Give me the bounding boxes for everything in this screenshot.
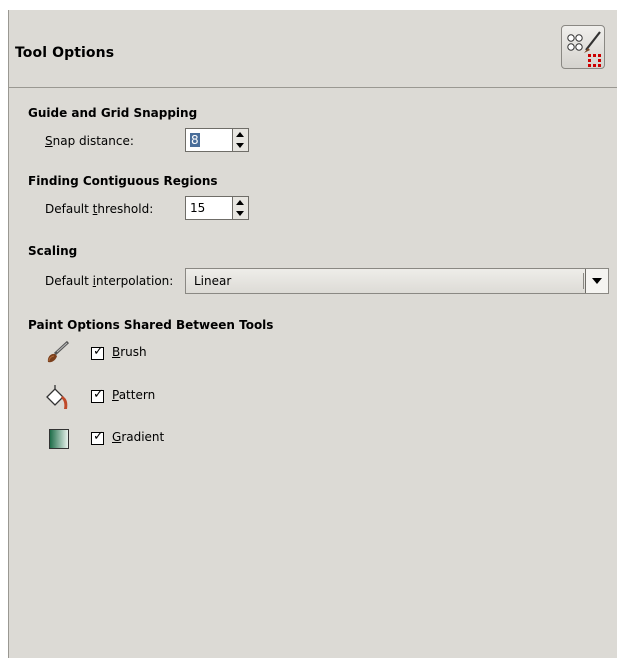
pattern-checkbox[interactable]: ✓ bbox=[91, 387, 104, 403]
interpolation-dropdown[interactable]: Linear bbox=[185, 268, 609, 294]
default-threshold-value[interactable]: 15 bbox=[190, 201, 205, 215]
checkmark-icon: ✓ bbox=[93, 387, 104, 402]
snap-distance-value[interactable]: 8 bbox=[190, 133, 200, 147]
gradient-icon bbox=[43, 426, 71, 452]
interpolation-value[interactable]: Linear bbox=[194, 274, 231, 288]
chevron-down-icon[interactable] bbox=[592, 278, 602, 284]
combo-separator bbox=[583, 273, 584, 289]
preferences-tool-options-icon bbox=[561, 25, 605, 69]
section-title-paint-options: Paint Options Shared Between Tools bbox=[28, 318, 274, 332]
snap-distance-spinner[interactable]: 8 bbox=[185, 128, 249, 152]
pattern-bucket-icon bbox=[43, 384, 71, 410]
spin-up-icon[interactable] bbox=[236, 200, 244, 205]
spin-arrows[interactable] bbox=[232, 129, 248, 151]
default-threshold-label: Default threshold: bbox=[45, 202, 154, 216]
tool-options-panel: Tool Options Guide and Grid Snapping Sna… bbox=[8, 10, 617, 658]
snap-distance-label: Snap distance: bbox=[45, 134, 134, 148]
checkmark-icon: ✓ bbox=[93, 429, 104, 444]
brush-icon bbox=[43, 340, 71, 366]
pattern-label[interactable]: Pattern bbox=[112, 388, 155, 402]
default-threshold-spinner[interactable]: 15 bbox=[185, 196, 249, 220]
section-title-scaling: Scaling bbox=[28, 244, 78, 258]
spin-down-icon[interactable] bbox=[236, 211, 244, 216]
spin-arrows[interactable] bbox=[232, 197, 248, 219]
section-title-contiguous: Finding Contiguous Regions bbox=[28, 174, 218, 188]
default-interpolation-label: Default interpolation: bbox=[45, 274, 174, 288]
spin-down-icon[interactable] bbox=[236, 143, 244, 148]
brush-label[interactable]: Brush bbox=[112, 345, 147, 359]
panel-header: Tool Options bbox=[9, 10, 617, 88]
gradient-checkbox[interactable]: ✓ bbox=[91, 429, 104, 445]
gradient-label[interactable]: Gradient bbox=[112, 430, 164, 444]
page-title: Tool Options bbox=[15, 45, 115, 61]
brush-checkbox[interactable]: ✓ bbox=[91, 344, 104, 360]
spin-up-icon[interactable] bbox=[236, 132, 244, 137]
checkmark-icon: ✓ bbox=[93, 344, 104, 359]
section-title-guide-grid: Guide and Grid Snapping bbox=[28, 106, 198, 120]
dropdown-button[interactable] bbox=[585, 269, 608, 293]
